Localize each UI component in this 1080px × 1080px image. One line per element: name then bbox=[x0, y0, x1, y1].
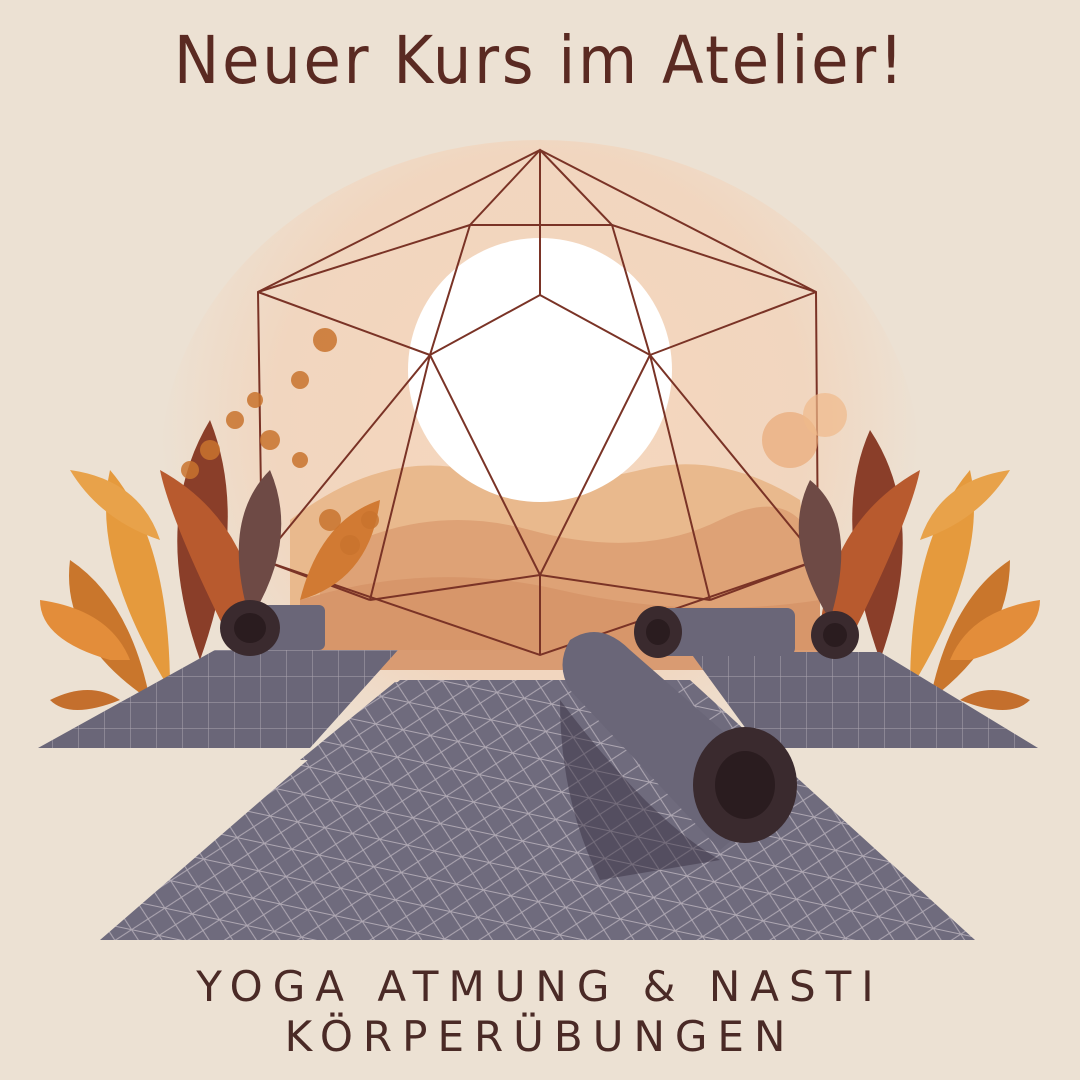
headline: Neuer Kurs im Atelier! bbox=[173, 22, 907, 99]
poster: Neuer Kurs im Atelier! YOGA ATMUNG & NAS… bbox=[0, 0, 1080, 1080]
rolled-yoga-mat-icon bbox=[220, 600, 325, 656]
tagline-line-1: YOGA ATMUNG & NASTI bbox=[196, 962, 884, 1011]
rolled-yoga-mat-icon bbox=[634, 606, 859, 659]
yoga-mats bbox=[38, 650, 1038, 940]
tagline-line-2: KÖRPERÜBUNGEN bbox=[284, 1012, 796, 1061]
illustration bbox=[38, 140, 1040, 940]
